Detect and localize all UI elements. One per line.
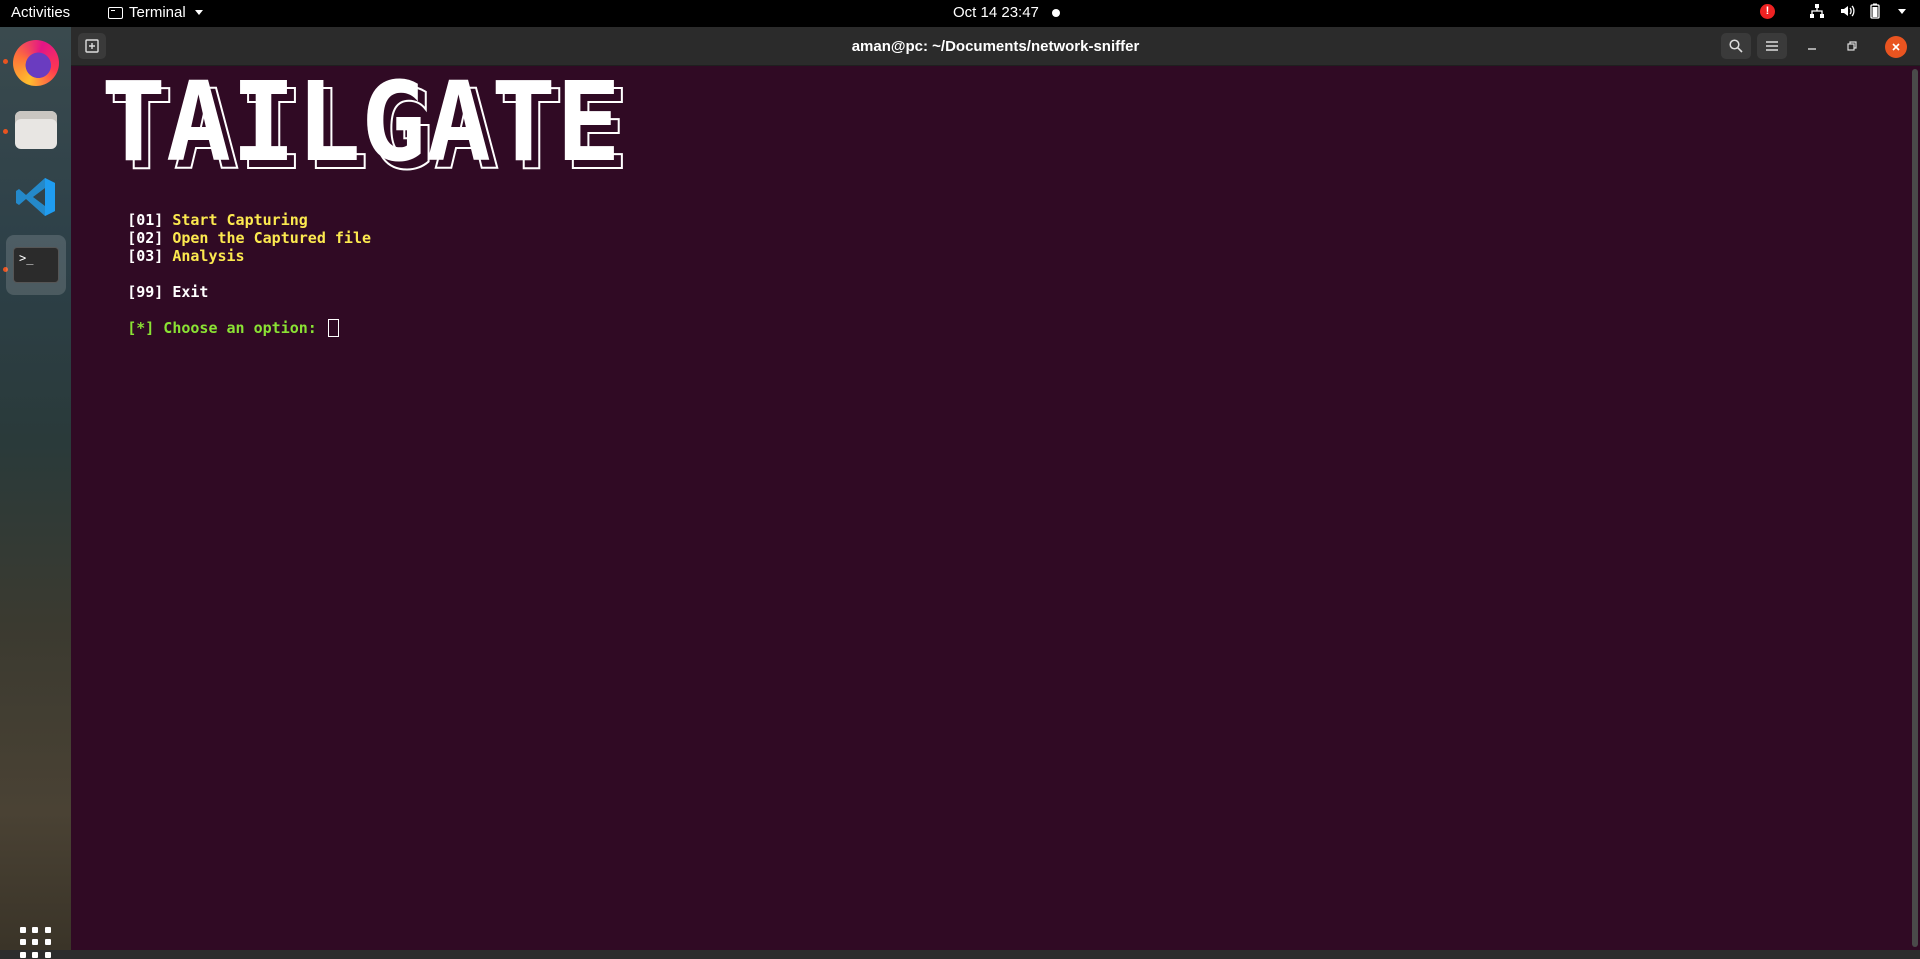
dock-item-firefox[interactable] xyxy=(6,33,66,93)
menu-item-02: [02] Open the Captured file xyxy=(73,211,371,247)
hamburger-menu-icon xyxy=(1766,41,1778,51)
search-icon xyxy=(1729,39,1743,53)
maximize-button[interactable] xyxy=(1837,33,1867,59)
minimize-icon xyxy=(1808,48,1816,50)
network-icon[interactable] xyxy=(1809,3,1825,19)
activities-button[interactable]: Activities xyxy=(11,4,70,21)
dock-item-files[interactable] xyxy=(6,100,66,160)
dock: >_ xyxy=(0,27,71,958)
system-tray[interactable]: ! xyxy=(1760,3,1906,19)
dock-item-terminal[interactable]: >_ xyxy=(6,235,66,295)
terminal-window: aman@pc: ~/Documents/network-sniffer TAI… xyxy=(71,27,1920,950)
alert-icon[interactable]: ! xyxy=(1760,3,1775,19)
dock-item-vscode[interactable] xyxy=(6,167,66,227)
app-menu[interactable]: Terminal xyxy=(108,4,203,21)
clock[interactable]: Oct 14 23:47 xyxy=(953,4,1039,21)
tailgate-banner: TAILGATE TAILGATE xyxy=(101,68,630,180)
prompt-line[interactable]: [*] Choose an option: xyxy=(73,301,339,337)
menu-button[interactable] xyxy=(1757,33,1787,59)
menu-item-label: Analysis xyxy=(172,247,245,265)
scrollbar[interactable] xyxy=(1912,69,1918,947)
menu-item-number: [99] xyxy=(127,283,164,301)
terminal-content[interactable]: TAILGATE TAILGATE [01] Start Capturing [… xyxy=(71,67,1920,950)
menu-item-exit: [99] Exit xyxy=(73,265,208,301)
banner-text: TAILGATE xyxy=(101,68,621,180)
chevron-down-icon xyxy=(194,10,203,15)
app-menu-label: Terminal xyxy=(129,4,186,21)
prompt-text: [*] Choose an option: xyxy=(127,319,326,337)
vscode-icon xyxy=(16,178,55,216)
close-icon xyxy=(1892,43,1900,51)
menu-item-number: [03] xyxy=(127,247,164,265)
terminal-app-icon xyxy=(108,6,123,19)
restore-icon xyxy=(1847,41,1857,51)
app-grid-icon[interactable] xyxy=(20,927,52,959)
title-bar[interactable]: aman@pc: ~/Documents/network-sniffer xyxy=(71,27,1920,66)
files-icon xyxy=(15,111,57,149)
battery-icon[interactable] xyxy=(1869,3,1881,19)
volume-icon[interactable] xyxy=(1839,3,1855,19)
minimize-button[interactable] xyxy=(1797,33,1827,59)
firefox-icon xyxy=(13,40,59,86)
terminal-icon: >_ xyxy=(13,247,59,283)
notification-dot-icon xyxy=(1052,9,1060,17)
text-cursor xyxy=(327,319,339,337)
top-bar: Activities Terminal Oct 14 23:47 ! xyxy=(0,0,1920,27)
search-button[interactable] xyxy=(1721,33,1751,59)
menu-item-label: Exit xyxy=(172,283,209,301)
menu-item-03: [03] Analysis xyxy=(73,229,244,265)
window-title: aman@pc: ~/Documents/network-sniffer xyxy=(851,38,1140,55)
system-menu-chevron-icon[interactable] xyxy=(1898,8,1906,14)
close-button[interactable] xyxy=(1885,36,1907,58)
menu-item-01: [01] Start Capturing xyxy=(73,193,308,229)
